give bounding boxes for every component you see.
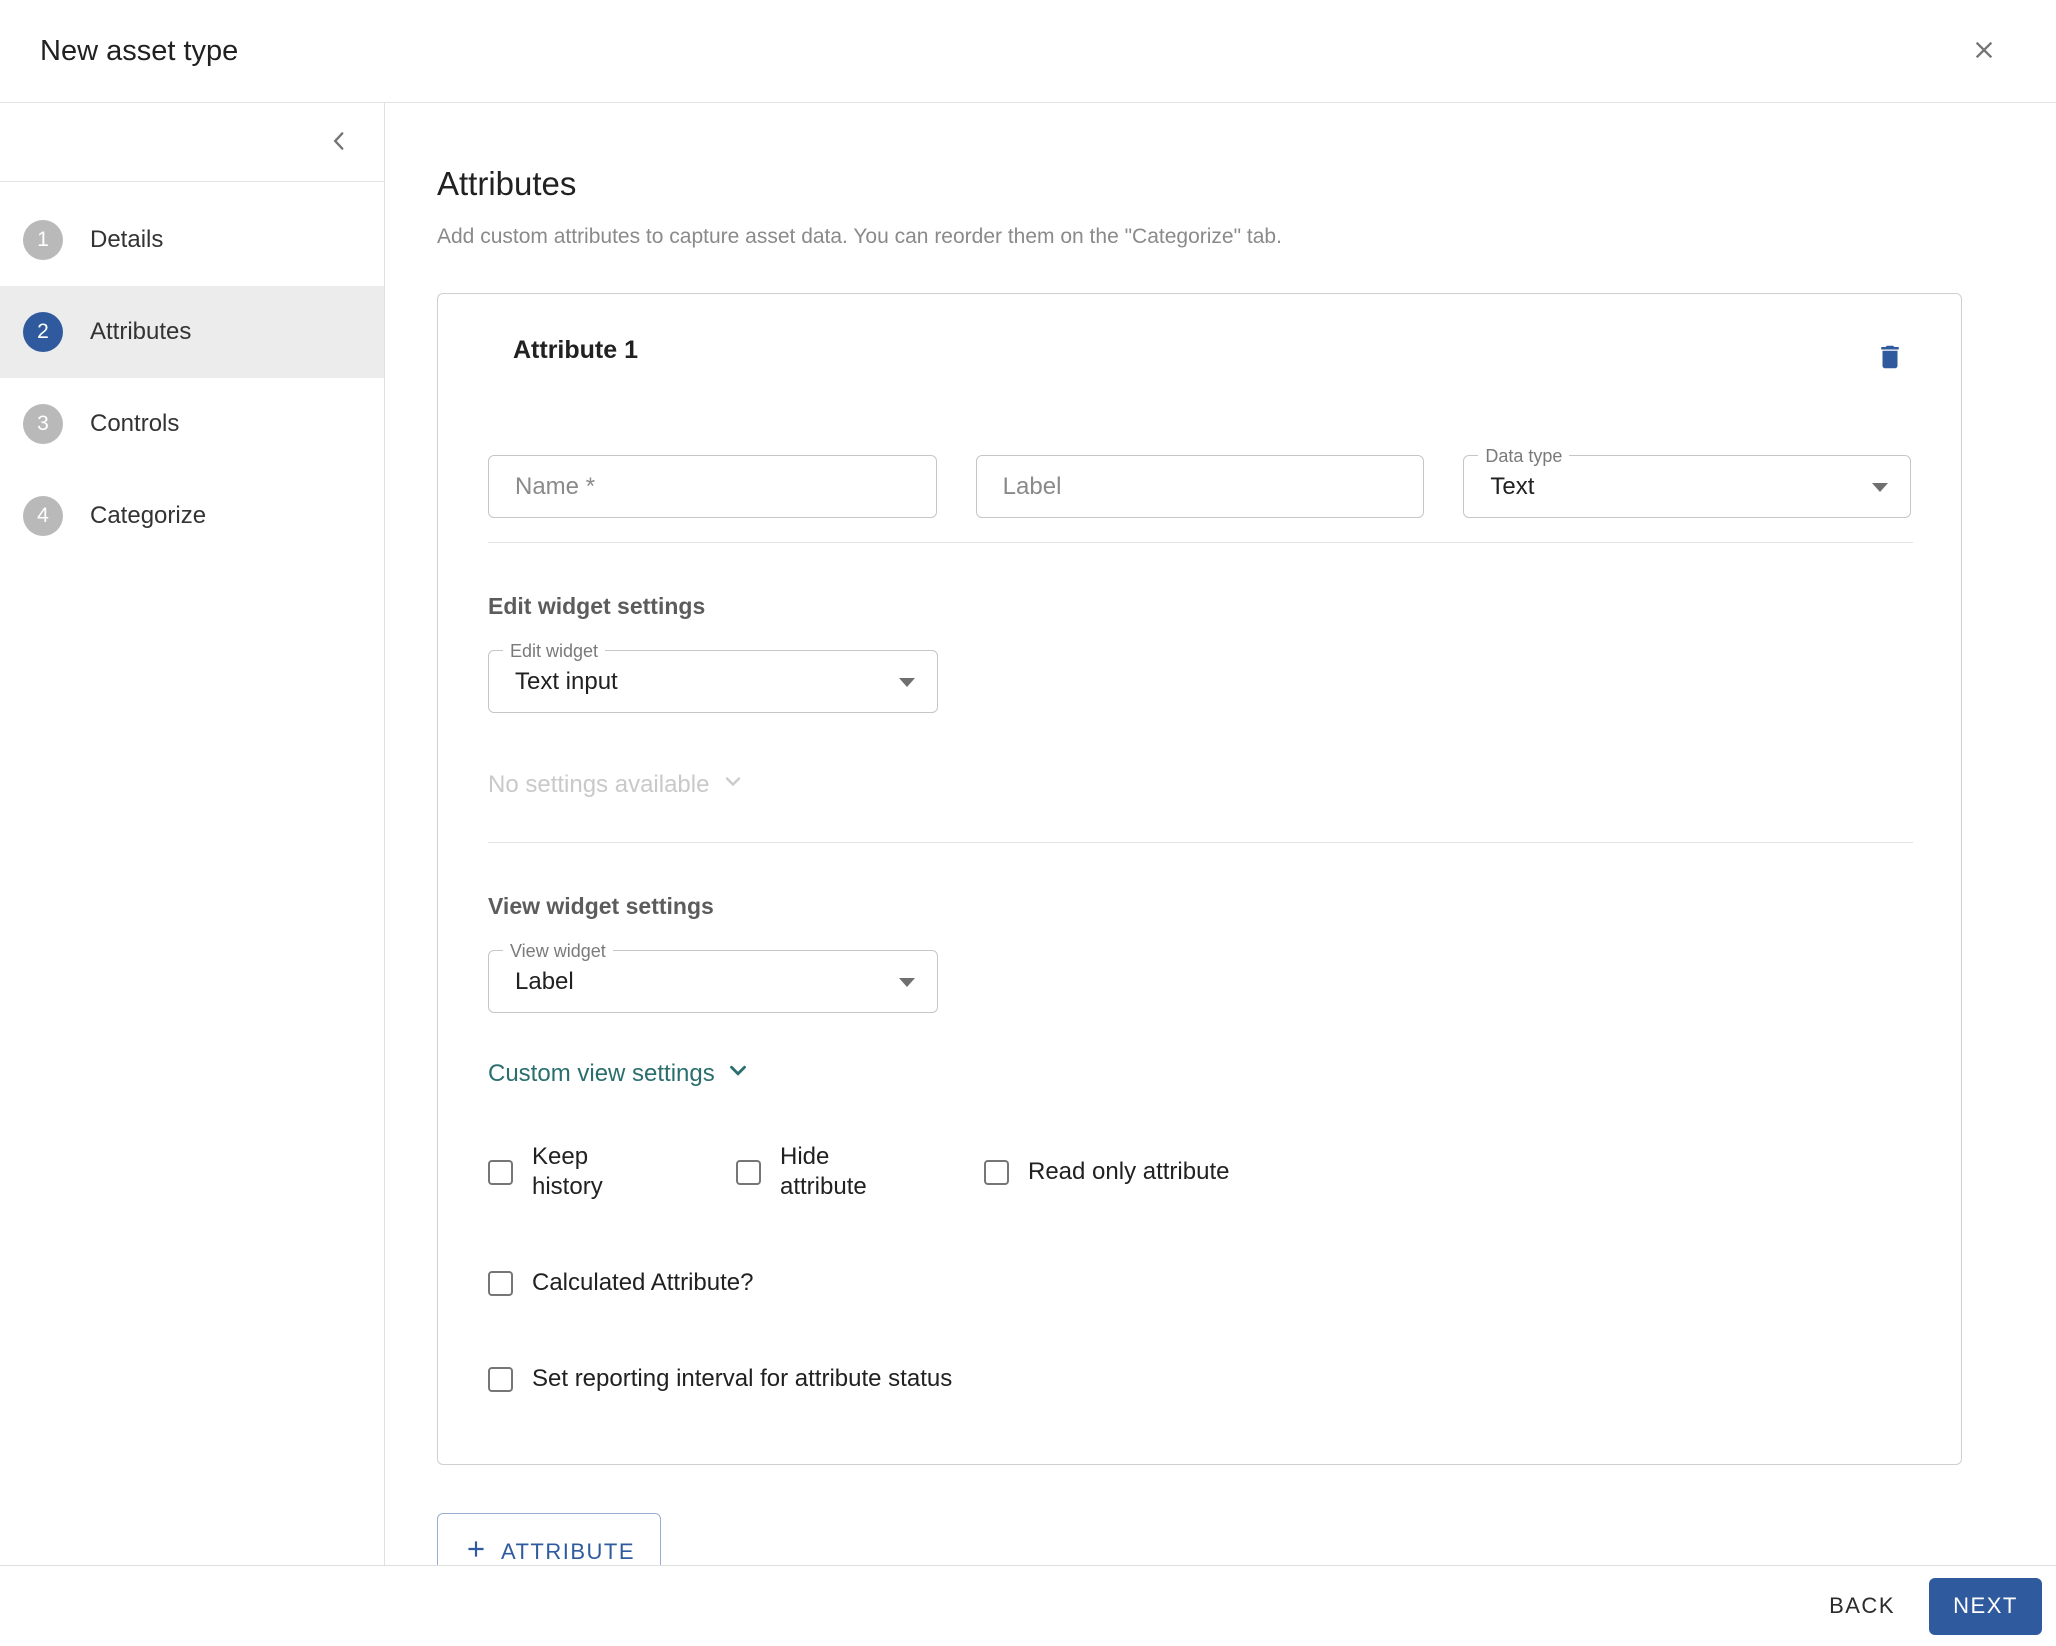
step-1-label: Details bbox=[90, 226, 163, 254]
data-type-select-value: Text bbox=[1490, 473, 1534, 501]
view-widget-row: View widget Label bbox=[488, 950, 1911, 1013]
section-divider bbox=[488, 842, 1913, 843]
chevron-down-icon bbox=[715, 1057, 751, 1090]
read-only-attribute-checkbox-item[interactable]: Read only attribute bbox=[984, 1157, 1229, 1187]
page-subtitle: Add custom attributes to capture asset d… bbox=[437, 225, 2056, 249]
view-widget-select[interactable]: View widget Label bbox=[488, 950, 938, 1013]
plus-icon bbox=[463, 1536, 501, 1565]
dropdown-caret-icon bbox=[899, 678, 915, 687]
new-asset-type-dialog: New asset type bbox=[0, 0, 2056, 1646]
steps-list: 1 Details 2 Attributes 3 Controls 4 Cate… bbox=[0, 182, 384, 562]
checkbox[interactable] bbox=[488, 1367, 513, 1392]
delete-attribute-button[interactable] bbox=[1869, 336, 1911, 381]
checkbox[interactable] bbox=[488, 1160, 513, 1185]
custom-view-settings-label: Custom view settings bbox=[488, 1060, 715, 1088]
calculated-attribute-label: Calculated Attribute? bbox=[532, 1268, 753, 1298]
keep-history-label: Keep history bbox=[532, 1142, 652, 1202]
step-4-label: Categorize bbox=[90, 502, 206, 530]
dialog-footer: BACK NEXT bbox=[0, 1565, 2056, 1646]
attribute-card-title: Attribute 1 bbox=[513, 336, 638, 365]
edit-widget-row: Edit widget Text input bbox=[488, 650, 1911, 713]
dialog-header: New asset type bbox=[0, 0, 2056, 103]
label-input[interactable] bbox=[976, 455, 1425, 518]
step-2-badge: 2 bbox=[23, 312, 63, 352]
steps-sidebar: 1 Details 2 Attributes 3 Controls 4 Cate… bbox=[0, 103, 385, 1565]
view-widget-select-label: View widget bbox=[503, 941, 613, 961]
attribute-card-header: Attribute 1 bbox=[488, 336, 1911, 381]
sidebar-collapse-row bbox=[0, 103, 384, 182]
step-3-label: Controls bbox=[90, 410, 179, 438]
trash-icon bbox=[1875, 342, 1905, 375]
custom-view-settings-toggle[interactable]: Custom view settings bbox=[488, 1057, 751, 1090]
close-icon bbox=[1970, 36, 1998, 67]
reporting-interval-checkbox-item[interactable]: Set reporting interval for attribute sta… bbox=[488, 1364, 1911, 1394]
hide-attribute-checkbox-item[interactable]: Hide attribute bbox=[736, 1142, 984, 1202]
dropdown-caret-icon bbox=[1872, 483, 1888, 492]
attribute-fields-row: Data type Text bbox=[488, 455, 1911, 518]
step-1-badge: 1 bbox=[23, 220, 63, 260]
data-type-select-label: Data type bbox=[1478, 446, 1569, 466]
dialog-body: 1 Details 2 Attributes 3 Controls 4 Cate… bbox=[0, 103, 2056, 1565]
page-title: Attributes bbox=[437, 165, 2056, 203]
no-settings-available-label: No settings available bbox=[488, 771, 709, 799]
checkbox[interactable] bbox=[736, 1160, 761, 1185]
reporting-interval-label: Set reporting interval for attribute sta… bbox=[532, 1364, 952, 1394]
calculated-attribute-checkbox-item[interactable]: Calculated Attribute? bbox=[488, 1268, 1911, 1298]
edit-widget-settings-heading: Edit widget settings bbox=[488, 593, 1911, 620]
next-button[interactable]: NEXT bbox=[1929, 1578, 2042, 1635]
dialog-title: New asset type bbox=[40, 35, 238, 68]
edit-widget-select-label: Edit widget bbox=[503, 641, 605, 661]
view-widget-settings-heading: View widget settings bbox=[488, 893, 1911, 920]
read-only-attribute-label: Read only attribute bbox=[1028, 1157, 1229, 1187]
close-button[interactable] bbox=[1964, 30, 2004, 73]
section-divider bbox=[488, 542, 1913, 543]
edit-widget-select-value: Text input bbox=[515, 668, 618, 696]
sidebar-item-categorize[interactable]: 4 Categorize bbox=[0, 470, 384, 562]
main-content: Attributes Add custom attributes to capt… bbox=[385, 103, 2056, 1565]
dropdown-caret-icon bbox=[899, 978, 915, 987]
chevron-left-icon bbox=[326, 128, 352, 157]
add-attribute-label: ATTRIBUTE bbox=[501, 1539, 635, 1565]
sidebar-item-controls[interactable]: 3 Controls bbox=[0, 378, 384, 470]
collapse-sidebar-button[interactable] bbox=[320, 122, 358, 163]
step-2-label: Attributes bbox=[90, 318, 191, 346]
chevron-down-icon bbox=[709, 769, 745, 800]
edit-widget-select[interactable]: Edit widget Text input bbox=[488, 650, 938, 713]
checkbox[interactable] bbox=[984, 1160, 1009, 1185]
add-attribute-button[interactable]: ATTRIBUTE bbox=[437, 1513, 661, 1565]
sidebar-item-details[interactable]: 1 Details bbox=[0, 194, 384, 286]
name-input[interactable] bbox=[488, 455, 937, 518]
attribute-card: Attribute 1 Data type bbox=[437, 293, 1962, 1465]
view-widget-select-value: Label bbox=[515, 968, 574, 996]
sidebar-item-attributes[interactable]: 2 Attributes bbox=[0, 286, 384, 378]
back-button[interactable]: BACK bbox=[1805, 1579, 1919, 1633]
hide-attribute-label: Hide attribute bbox=[780, 1142, 900, 1202]
keep-history-checkbox-item[interactable]: Keep history bbox=[488, 1142, 736, 1202]
step-4-badge: 4 bbox=[23, 496, 63, 536]
checkbox[interactable] bbox=[488, 1271, 513, 1296]
data-type-select[interactable]: Data type Text bbox=[1463, 455, 1911, 518]
view-options-checkbox-row: Keep history Hide attribute Read only at… bbox=[488, 1142, 1911, 1202]
no-settings-available-toggle: No settings available bbox=[488, 769, 1911, 800]
step-3-badge: 3 bbox=[23, 404, 63, 444]
